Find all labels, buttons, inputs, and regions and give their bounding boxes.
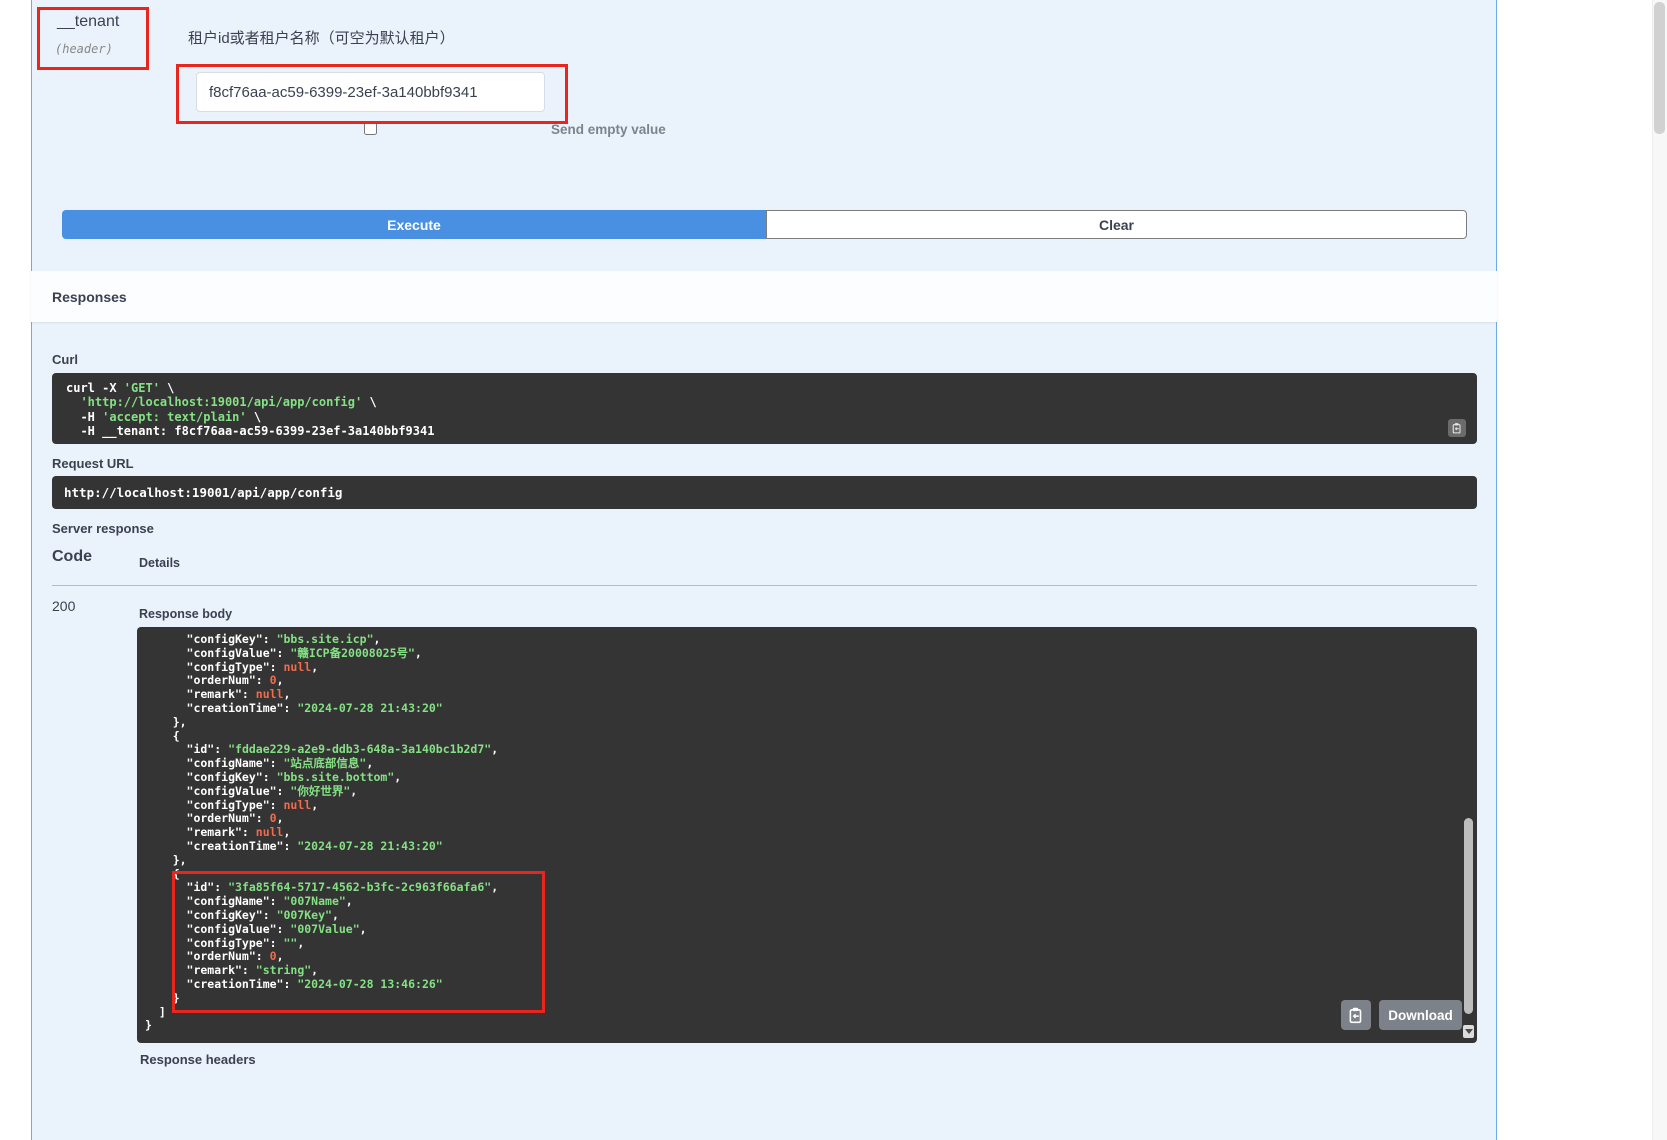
response-body-label: Response body bbox=[139, 607, 232, 621]
execute-button[interactable]: Execute bbox=[62, 210, 766, 239]
status-code: 200 bbox=[52, 598, 75, 614]
swagger-operation-page: __tenant (header) 租户id或者租户名称（可空为默认租户） Se… bbox=[0, 0, 1667, 1140]
copy-curl-button[interactable] bbox=[1448, 419, 1466, 437]
send-empty-label: Send empty value bbox=[551, 122, 666, 137]
copy-response-button[interactable] bbox=[1341, 1000, 1371, 1030]
page-scrollbar-track[interactable] bbox=[1652, 0, 1667, 1140]
server-response-label: Server response bbox=[52, 521, 154, 536]
clipboard-icon bbox=[1347, 1006, 1365, 1024]
scroll-down-arrow-icon[interactable] bbox=[1463, 1025, 1474, 1038]
request-url-label: Request URL bbox=[52, 456, 134, 471]
code-column-header: Code bbox=[52, 548, 92, 566]
curl-label: Curl bbox=[52, 352, 78, 367]
tenant-value-input[interactable] bbox=[196, 72, 545, 112]
parameter-name: __tenant bbox=[57, 13, 119, 31]
responses-title: Responses bbox=[52, 289, 127, 305]
details-column-header: Details bbox=[139, 556, 180, 570]
response-body-json: "configKey": "bbs.site.icp", "configValu… bbox=[145, 633, 1477, 1033]
download-button[interactable]: Download bbox=[1379, 1000, 1462, 1030]
responses-section-header: Responses bbox=[31, 271, 1497, 322]
clipboard-icon bbox=[1451, 422, 1463, 434]
send-empty-checkbox[interactable] bbox=[364, 122, 377, 135]
request-url-value: http://localhost:19001/api/app/config bbox=[64, 485, 342, 500]
request-url-block: http://localhost:19001/api/app/config bbox=[52, 476, 1477, 509]
page-scrollbar-thumb[interactable] bbox=[1654, 2, 1665, 134]
table-divider bbox=[52, 585, 1477, 586]
response-body-block: "configKey": "bbs.site.icp", "configValu… bbox=[137, 627, 1477, 1043]
clear-button[interactable]: Clear bbox=[766, 210, 1467, 239]
response-body-scrollbar-thumb[interactable] bbox=[1464, 818, 1473, 1014]
parameter-description: 租户id或者租户名称（可空为默认租户） bbox=[188, 27, 455, 48]
parameter-location: (header) bbox=[55, 42, 113, 56]
curl-command-block: curl -X 'GET' \ 'http://localhost:19001/… bbox=[52, 373, 1477, 444]
response-headers-label: Response headers bbox=[140, 1052, 256, 1067]
